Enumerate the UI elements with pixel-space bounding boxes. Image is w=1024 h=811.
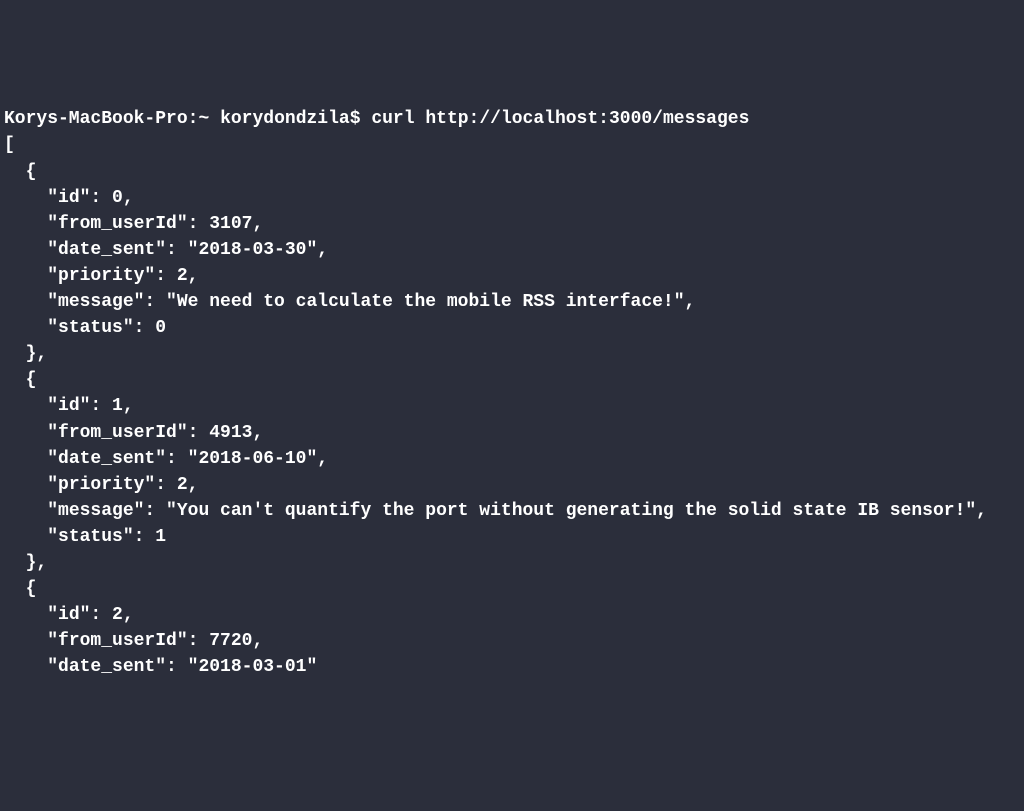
prompt-path: ~ [198, 109, 209, 129]
record-close: }, [4, 553, 47, 573]
record-open: { [4, 579, 36, 599]
record-status: "status": 1 [4, 527, 166, 547]
prompt-symbol: $ [350, 109, 361, 129]
json-open-bracket: [ [4, 135, 15, 155]
prompt-user: korydondzila [220, 109, 350, 129]
prompt-host: Korys-MacBook-Pro [4, 109, 188, 129]
record-from: "from_userId": 4913, [4, 423, 263, 443]
record-from: "from_userId": 3107, [4, 214, 263, 234]
record-close: }, [4, 344, 47, 364]
record-open: { [4, 162, 36, 182]
record-id: "id": 2, [4, 605, 134, 625]
terminal-output[interactable]: Korys-MacBook-Pro:~ korydondzila$ curl h… [4, 106, 1020, 680]
command-text: curl http://localhost:3000/messages [371, 109, 749, 129]
record-open: { [4, 370, 36, 390]
record-date: "date_sent": "2018-03-01" [4, 657, 317, 677]
record-status: "status": 0 [4, 318, 166, 338]
record-date: "date_sent": "2018-06-10", [4, 449, 328, 469]
record-from: "from_userId": 7720, [4, 631, 263, 651]
prompt-line: Korys-MacBook-Pro:~ korydondzila$ curl h… [4, 109, 749, 129]
record-id: "id": 0, [4, 188, 134, 208]
record-id: "id": 1, [4, 396, 134, 416]
record-message: "message": "We need to calculate the mob… [4, 292, 695, 312]
record-date: "date_sent": "2018-03-30", [4, 240, 328, 260]
record-priority: "priority": 2, [4, 266, 198, 286]
record-priority: "priority": 2, [4, 475, 198, 495]
record-message: "message": "You can't quantify the port … [4, 501, 987, 521]
